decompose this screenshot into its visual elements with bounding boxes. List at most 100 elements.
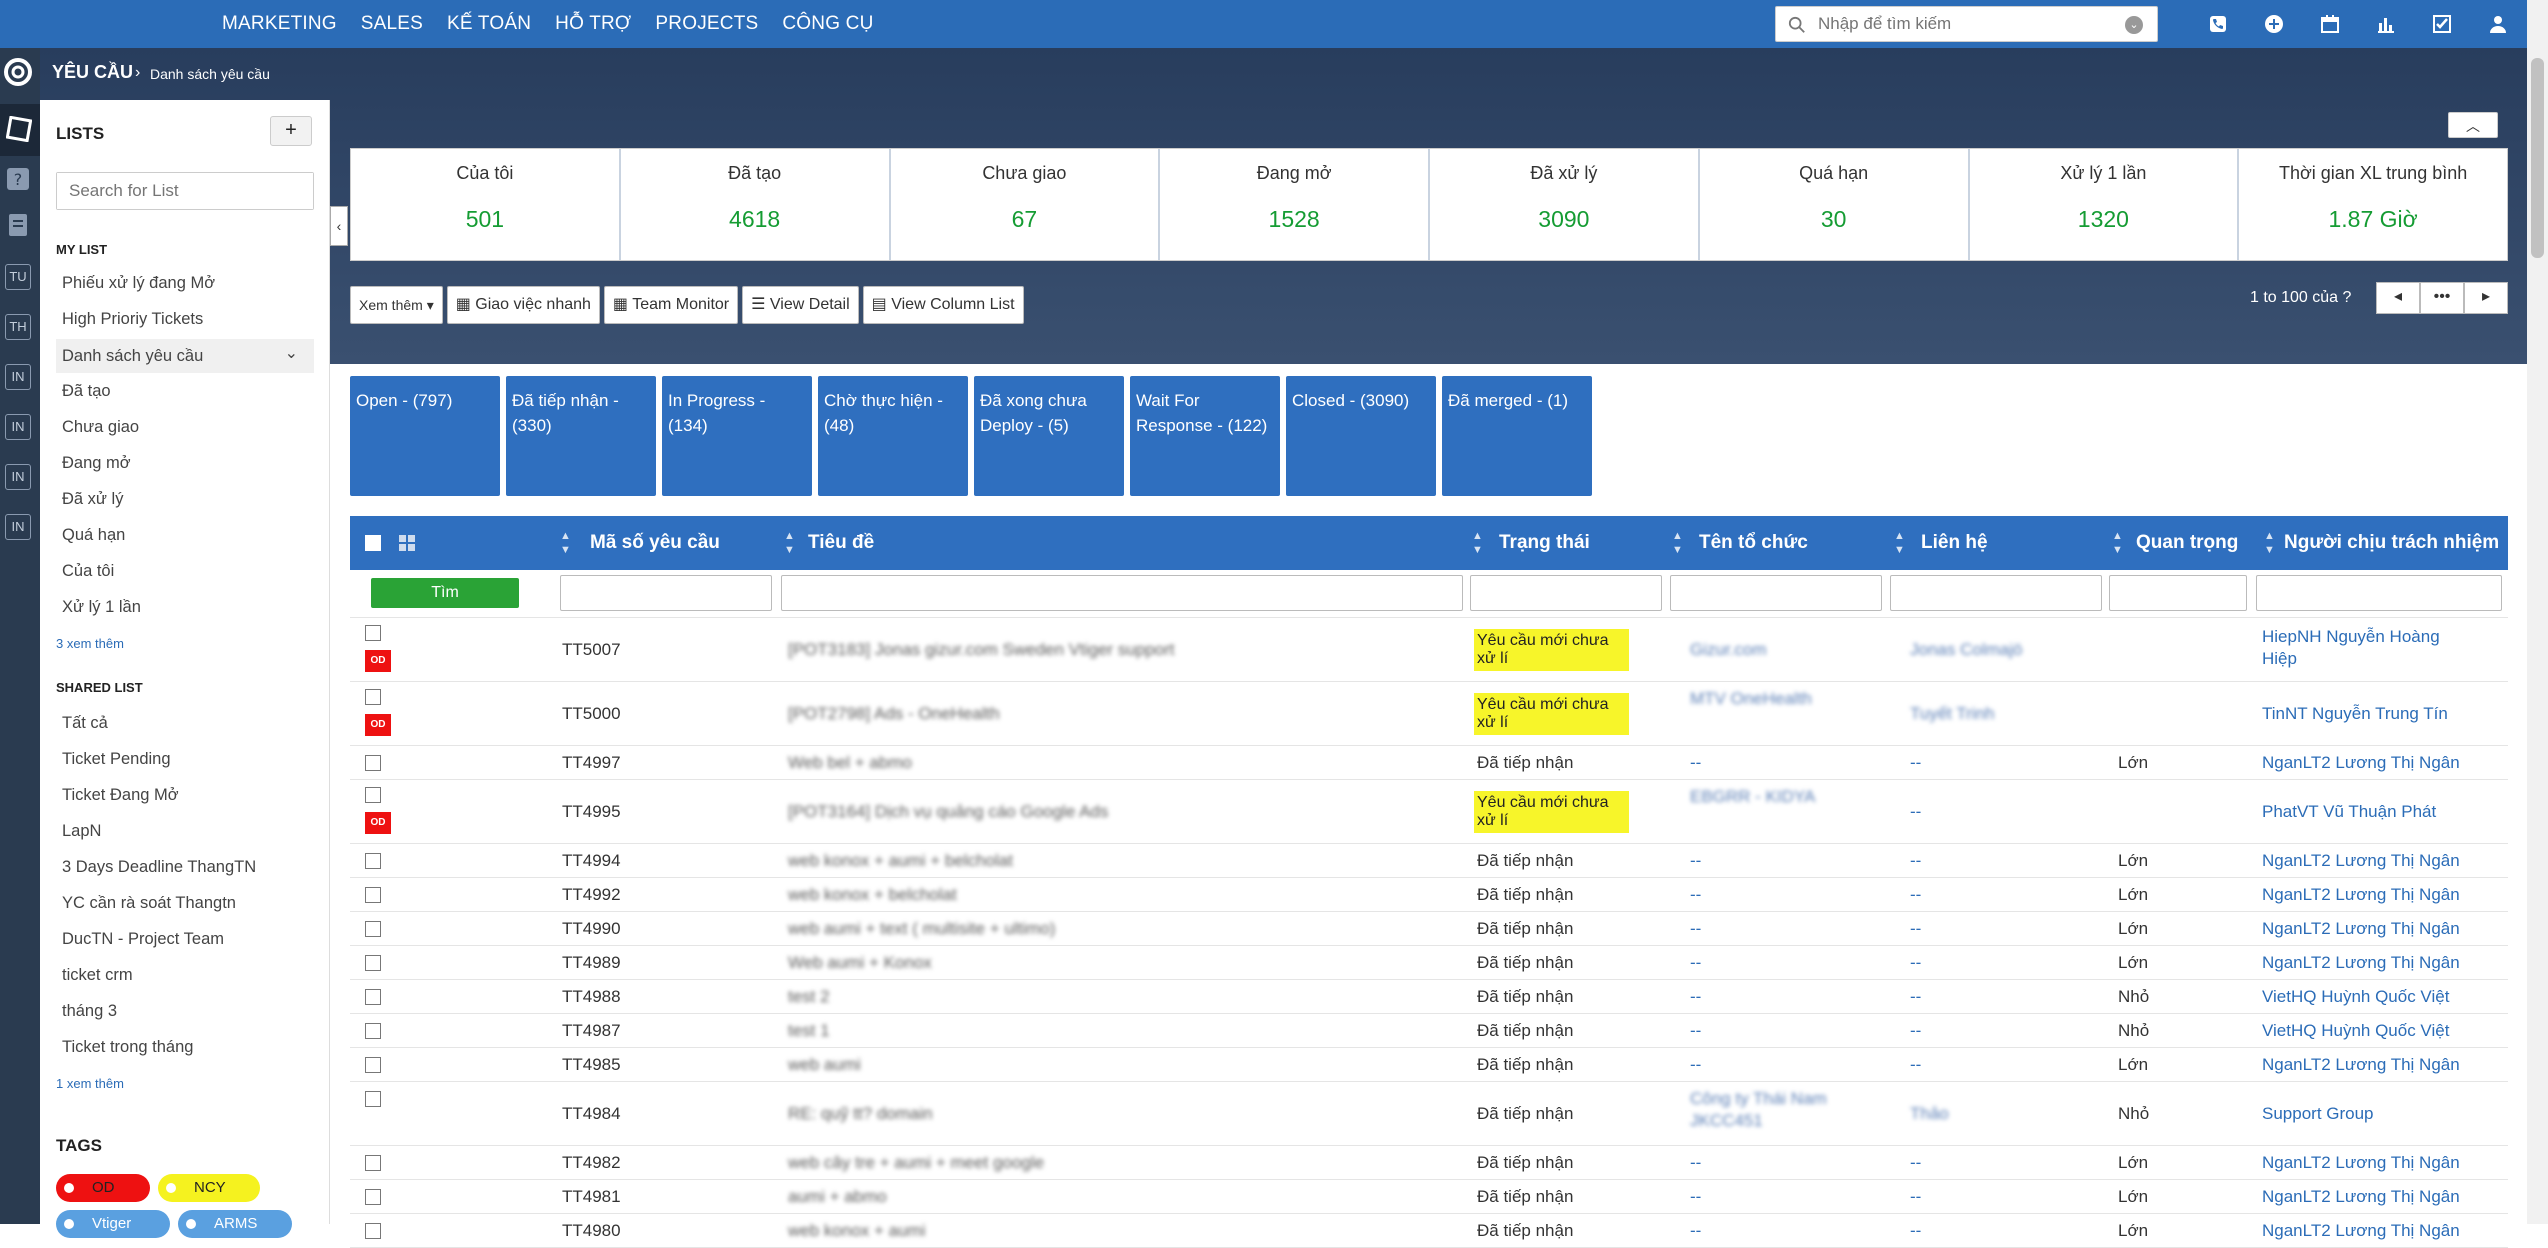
- ticket-id[interactable]: TT4982: [562, 1153, 621, 1173]
- table-row[interactable]: OD TT5007 [POT3183] Jonas gizur.com Swed…: [350, 618, 2508, 682]
- ticket-organization[interactable]: --: [1690, 1153, 1701, 1173]
- table-row[interactable]: TT4981 aumi + abmo Đã tiếp nhận -- -- Lớ…: [350, 1180, 2508, 1214]
- ticket-organization[interactable]: --: [1690, 851, 1701, 871]
- page-more-button[interactable]: •••: [2420, 282, 2464, 314]
- filter-lien-he-input[interactable]: [1890, 575, 2102, 611]
- ticket-title[interactable]: web konox + belcholat: [788, 885, 957, 905]
- shared-list-item[interactable]: Ticket Pending: [62, 750, 171, 769]
- table-row[interactable]: TT4997 Web bel + abmo Đã tiếp nhận -- --…: [350, 746, 2508, 780]
- ticket-id[interactable]: TT4981: [562, 1187, 621, 1207]
- ticket-contact[interactable]: --: [1910, 885, 1921, 905]
- table-row[interactable]: TT4989 Web aumi + Konox Đã tiếp nhận -- …: [350, 946, 2508, 980]
- ticket-contact[interactable]: --: [1910, 753, 1921, 773]
- sort-icon[interactable]: ▲ ▼: [1894, 529, 1905, 557]
- table-row[interactable]: TT4994 web konox + aumi + belcholat Đã t…: [350, 844, 2508, 878]
- ticket-title[interactable]: aumi + abmo: [788, 1187, 887, 1207]
- row-checkbox[interactable]: [365, 787, 381, 803]
- rail-item-in-1[interactable]: IN: [5, 364, 31, 390]
- table-row[interactable]: TT4982 web cây tre + aumi + meet google …: [350, 1146, 2508, 1180]
- ticket-contact[interactable]: Jonas Colmajö: [1910, 640, 2022, 660]
- table-row[interactable]: TT4990 web aumi + text ( multisite + ult…: [350, 912, 2508, 946]
- status-tile[interactable]: Đã merged - (1): [1442, 376, 1592, 496]
- ticket-id[interactable]: TT4992: [562, 885, 621, 905]
- my-list-item[interactable]: Đang mở: [62, 454, 131, 473]
- table-row[interactable]: TT4992 web konox + belcholat Đã tiếp nhậ…: [350, 878, 2508, 912]
- ticket-organization[interactable]: --: [1690, 953, 1701, 973]
- table-row[interactable]: TT4984 RE: quỹ tt? domain Đã tiếp nhận C…: [350, 1082, 2508, 1146]
- row-checkbox[interactable]: [365, 1223, 381, 1239]
- ticket-contact[interactable]: --: [1910, 919, 1921, 939]
- ticket-owner[interactable]: NganLT2 Lương Thị Ngân: [2262, 919, 2460, 939]
- ticket-contact[interactable]: --: [1910, 1187, 1921, 1207]
- status-tile[interactable]: Wait For Response - (122): [1130, 376, 1280, 496]
- next-page-button[interactable]: ▸: [2464, 282, 2508, 314]
- ticket-title[interactable]: web aumi + text ( multisite + ultimo): [788, 919, 1055, 939]
- ticket-title[interactable]: test 1: [788, 1021, 830, 1041]
- shared-list-item[interactable]: Tất cả: [62, 714, 108, 733]
- ticket-owner[interactable]: TinNT Nguyễn Trung Tín: [2262, 704, 2448, 724]
- row-checkbox[interactable]: [365, 1091, 381, 1107]
- my-list-item[interactable]: Xử lý 1 lần: [62, 598, 141, 617]
- ticket-title[interactable]: [POT3183] Jonas gizur.com Sweden Vtiger …: [788, 640, 1174, 660]
- prev-page-button[interactable]: ◂: [2376, 282, 2420, 314]
- shared-list-item[interactable]: YC cần rà soát Thangtn: [62, 894, 236, 913]
- list-search-input[interactable]: [57, 173, 313, 209]
- ticket-organization[interactable]: Gizur.com: [1690, 640, 1767, 660]
- my-list-item[interactable]: High Prioriy Tickets: [62, 310, 203, 329]
- tag-ncy[interactable]: NCY: [158, 1174, 260, 1202]
- toggle-sidebar-button[interactable]: ‹: [330, 206, 348, 246]
- ticket-owner[interactable]: NganLT2 Lương Thị Ngân: [2262, 1187, 2460, 1207]
- row-checkbox[interactable]: [365, 955, 381, 971]
- add-list-button[interactable]: +: [270, 116, 312, 146]
- my-list-more-link[interactable]: 3 xem thêm: [56, 636, 124, 651]
- nav-ho-tro[interactable]: HỖ TRỢ: [543, 0, 643, 48]
- add-icon[interactable]: [2246, 0, 2302, 48]
- ticket-organization[interactable]: --: [1690, 753, 1701, 773]
- ticket-id[interactable]: TT5000: [562, 704, 621, 724]
- ticket-contact[interactable]: --: [1910, 987, 1921, 1007]
- filter-nguoi-chiu-trach-nhiem-input[interactable]: [2256, 575, 2502, 611]
- table-row[interactable]: TT4987 test 1 Đã tiếp nhận -- -- Nhỏ Vie…: [350, 1014, 2508, 1048]
- rail-item-in-4[interactable]: IN: [5, 514, 31, 540]
- stat-xu-ly-1-lan[interactable]: Xử lý 1 lần 1320: [1970, 149, 2240, 260]
- ticket-title[interactable]: Web aumi + Konox: [788, 953, 932, 973]
- row-checkbox[interactable]: [365, 853, 381, 869]
- row-checkbox[interactable]: [365, 887, 381, 903]
- ticket-owner[interactable]: VietHQ Huỳnh Quốc Việt: [2262, 1021, 2449, 1041]
- col-trang-thai[interactable]: Trạng thái: [1499, 516, 1590, 570]
- status-tile[interactable]: Đã tiếp nhận - (330): [506, 376, 656, 496]
- stat-qua-han[interactable]: Quá hạn 30: [1700, 149, 1970, 260]
- nav-sales[interactable]: SALES: [349, 0, 435, 48]
- ticket-organization[interactable]: --: [1690, 885, 1701, 905]
- ticket-id[interactable]: TT4984: [562, 1104, 621, 1124]
- ticket-title[interactable]: test 2: [788, 987, 830, 1007]
- grid-icon[interactable]: [398, 534, 416, 552]
- search-input[interactable]: [1818, 12, 2108, 36]
- page-scrollbar[interactable]: [2527, 0, 2548, 1224]
- shared-list-item[interactable]: Ticket trong tháng: [62, 1038, 193, 1057]
- rail-item-in-2[interactable]: IN: [5, 414, 31, 440]
- col-lien-he[interactable]: Liên hệ: [1921, 516, 1988, 570]
- ticket-owner[interactable]: NganLT2 Lương Thị Ngân: [2262, 753, 2460, 773]
- ticket-id[interactable]: TT4987: [562, 1021, 621, 1041]
- select-all-checkbox[interactable]: [365, 535, 381, 551]
- stat-dang-mo[interactable]: Đang mở 1528: [1160, 149, 1430, 260]
- ticket-contact[interactable]: --: [1910, 1021, 1921, 1041]
- filter-quan-trong-input[interactable]: [2109, 575, 2247, 611]
- stat-da-xu-ly[interactable]: Đã xử lý 3090: [1430, 149, 1700, 260]
- my-list-item[interactable]: Chưa giao: [62, 418, 139, 437]
- ticket-id[interactable]: TT4985: [562, 1055, 621, 1075]
- row-checkbox[interactable]: [365, 1023, 381, 1039]
- breadcrumb-section[interactable]: YÊU CẦU: [52, 62, 133, 83]
- stat-cua-toi[interactable]: Của tôi 501: [351, 149, 621, 260]
- ticket-contact[interactable]: Thảo: [1910, 1104, 1949, 1124]
- ticket-owner[interactable]: PhatVT Vũ Thuận Phát: [2262, 802, 2436, 822]
- filter-to-chuc-input[interactable]: [1670, 575, 1882, 611]
- my-list-item[interactable]: Phiếu xử lý đang Mở: [62, 274, 215, 293]
- table-row[interactable]: TT4988 test 2 Đã tiếp nhận -- -- Nhỏ Vie…: [350, 980, 2508, 1014]
- search-filter-button[interactable]: Tìm: [371, 578, 519, 608]
- nav-marketing[interactable]: MARKETING: [210, 0, 349, 48]
- nav-cong-cu[interactable]: CÔNG CỤ: [770, 0, 885, 48]
- ticket-title[interactable]: [POT2798] Ads - OneHealth: [788, 704, 1000, 724]
- table-row[interactable]: TT4980 web konox + aumi Đã tiếp nhận -- …: [350, 1214, 2508, 1248]
